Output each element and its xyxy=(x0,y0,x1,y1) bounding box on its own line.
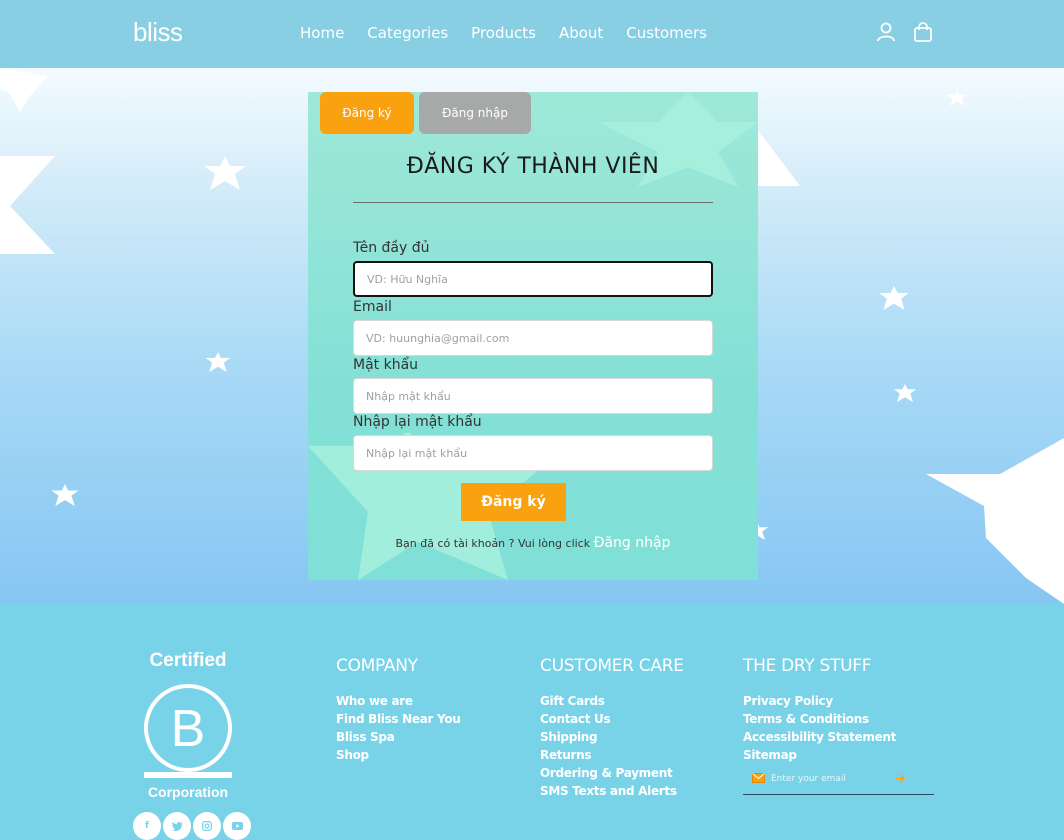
star-decoration xyxy=(893,384,917,402)
footer-link[interactable]: Bliss Spa xyxy=(336,728,461,746)
nav-categories[interactable]: Categories xyxy=(367,24,448,42)
footer-col-customer-care: CUSTOMER CARE Gift Cards Contact Us Ship… xyxy=(540,656,684,800)
bcorp-certified: Certified xyxy=(149,650,227,671)
footer-col-title: CUSTOMER CARE xyxy=(540,656,684,676)
login-link[interactable]: Đăng nhập xyxy=(594,535,671,551)
footer-link[interactable]: Shop xyxy=(336,746,461,764)
star-decoration xyxy=(879,286,909,310)
newsletter-email-input[interactable] xyxy=(771,771,901,787)
star-decoration xyxy=(204,156,246,190)
site-logo[interactable]: bliss xyxy=(133,17,183,48)
newsletter-signup xyxy=(743,767,934,795)
star-decoration xyxy=(0,68,48,112)
email-field[interactable] xyxy=(353,320,713,356)
social-links: f xyxy=(133,812,251,840)
bcorp-logo: Certified B Corporation xyxy=(140,650,236,800)
star-decoration xyxy=(947,90,967,106)
instagram-icon[interactable] xyxy=(193,812,221,840)
footer-link[interactable]: Terms & Conditions xyxy=(743,710,896,728)
bcorp-corporation: Corporation xyxy=(147,784,229,800)
tab-login[interactable]: Đăng nhập xyxy=(419,92,531,134)
footer-col-dry-stuff: THE DRY STUFF Privacy Policy Terms & Con… xyxy=(743,656,896,764)
footer-col-title: COMPANY xyxy=(336,656,418,676)
youtube-icon[interactable] xyxy=(223,812,251,840)
login-prompt: Bạn đã có tài khoản ? Vui lòng click Đăn… xyxy=(308,535,758,551)
arrow-right-icon[interactable] xyxy=(896,774,905,783)
register-form-card: Đăng ký Đăng nhập ĐĂNG KÝ THÀNH VIÊN Tên… xyxy=(308,92,758,580)
main-nav: Home Categories Products About Customers xyxy=(300,24,730,42)
nav-home[interactable]: Home xyxy=(300,24,344,42)
footer-link[interactable]: Find Bliss Near You xyxy=(336,710,461,728)
login-prompt-text: Bạn đã có tài khoản ? Vui lòng click xyxy=(395,537,591,550)
footer-col-company: COMPANY Who we are Find Bliss Near You B… xyxy=(336,656,461,764)
password-field[interactable] xyxy=(353,378,713,414)
footer-link[interactable]: Contact Us xyxy=(540,710,684,728)
user-icon[interactable] xyxy=(875,21,897,43)
star-decoration xyxy=(926,438,1064,604)
footer-link[interactable]: Returns xyxy=(540,746,684,764)
footer-link[interactable]: Ordering & Payment xyxy=(540,764,684,782)
shopping-bag-icon[interactable] xyxy=(912,21,934,43)
mail-icon xyxy=(752,773,765,783)
site-footer: Certified B Corporation COMPANY Who we a… xyxy=(0,604,1064,840)
password-label: Mật khẩu xyxy=(353,357,419,373)
form-title: ĐĂNG KÝ THÀNH VIÊN xyxy=(406,154,660,179)
footer-link[interactable]: SMS Texts and Alerts xyxy=(540,782,684,800)
footer-col-title: THE DRY STUFF xyxy=(743,656,872,676)
footer-link[interactable]: Gift Cards xyxy=(540,692,684,710)
title-divider xyxy=(353,202,713,203)
facebook-icon[interactable]: f xyxy=(133,812,161,840)
footer-link[interactable]: Shipping xyxy=(540,728,684,746)
footer-link[interactable]: Privacy Policy xyxy=(743,692,896,710)
footer-link[interactable]: Accessibility Statement xyxy=(743,728,896,746)
nav-products[interactable]: Products xyxy=(471,24,536,42)
register-submit-button[interactable]: Đăng ký xyxy=(461,483,566,521)
fullname-label: Tên đầy đủ xyxy=(353,240,430,256)
twitter-icon[interactable] xyxy=(163,812,191,840)
bcorp-mark: B xyxy=(144,684,232,778)
confirm-password-field[interactable] xyxy=(353,435,713,471)
star-decoration xyxy=(51,484,79,506)
tab-register[interactable]: Đăng ký xyxy=(320,92,414,134)
nav-customers[interactable]: Customers xyxy=(626,24,707,42)
confirm-password-label: Nhập lại mật khẩu xyxy=(353,414,482,430)
footer-link[interactable]: Sitemap xyxy=(743,746,896,764)
nav-about[interactable]: About xyxy=(559,24,603,42)
site-header: bliss Home Categories Products About Cus… xyxy=(0,0,1064,68)
hero-background: Đăng ký Đăng nhập ĐĂNG KÝ THÀNH VIÊN Tên… xyxy=(0,68,1064,604)
email-label: Email xyxy=(353,299,392,315)
star-decoration xyxy=(0,156,55,254)
fullname-field[interactable] xyxy=(353,261,713,297)
svg-text:B: B xyxy=(171,700,206,758)
star-decoration xyxy=(205,352,231,372)
footer-link[interactable]: Who we are xyxy=(336,692,461,710)
